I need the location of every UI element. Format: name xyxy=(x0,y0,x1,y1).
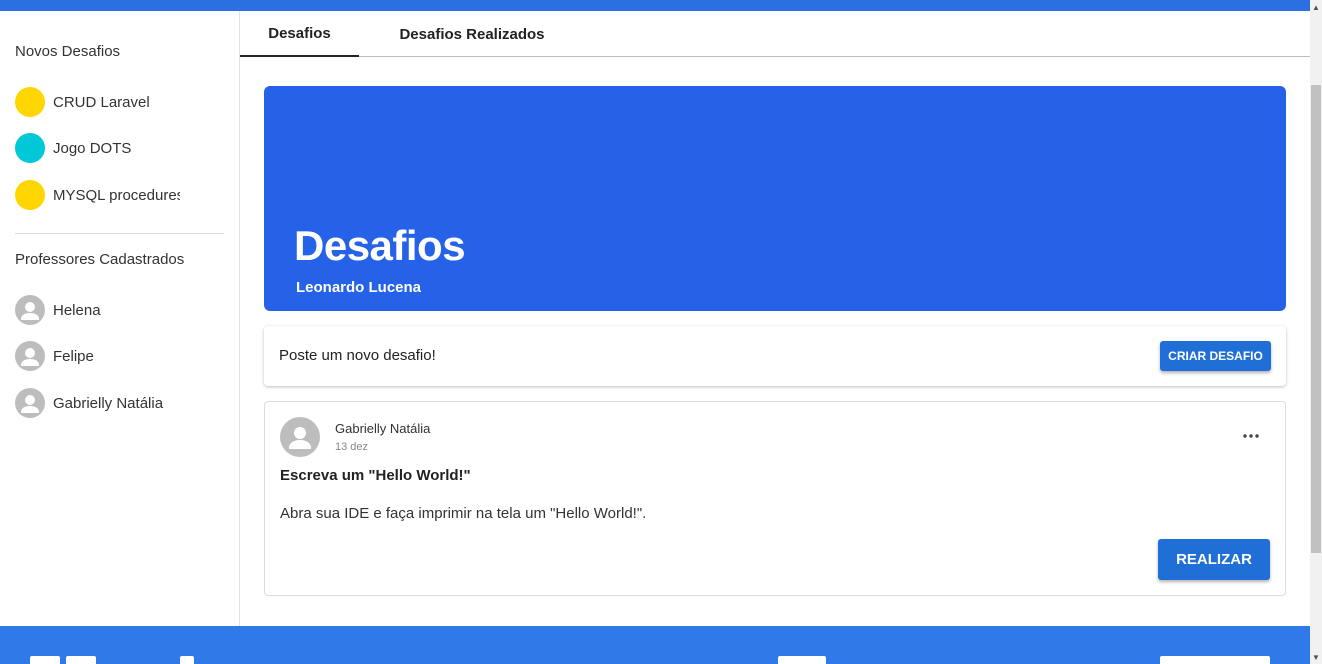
tab-bar: Desafios Desafios Realizados xyxy=(240,11,1310,57)
page-banner: Desafios Leonardo Lucena xyxy=(264,86,1286,311)
footer-text-fragment xyxy=(1160,656,1270,664)
sidebar-challenge-label: Jogo DOTS xyxy=(53,139,132,157)
sidebar-teacher-label: Gabrielly Natália xyxy=(53,394,164,412)
new-challenge-box: Poste um novo desafio! CRIAR DESAFIO xyxy=(264,326,1286,386)
footer-text-fragment xyxy=(30,656,60,664)
challenge-card: Gabrielly Natália 13 dez Escreva um "Hel… xyxy=(264,401,1286,596)
person-icon xyxy=(15,341,45,371)
card-title: Escreva um "Hello World!" xyxy=(280,467,471,484)
card-author: Gabrielly Natália xyxy=(335,421,431,436)
sidebar-challenge-mysql-procedures[interactable]: MYSQL procedures xyxy=(15,179,180,211)
sidebar-challenge-jogo-dots[interactable]: Jogo DOTS xyxy=(15,132,180,164)
realizar-button[interactable]: REALIZAR xyxy=(1158,539,1270,580)
challenge-color-dot xyxy=(15,87,45,117)
tab-desafios-realizados[interactable]: Desafios Realizados xyxy=(390,11,554,57)
footer-text-fragment xyxy=(66,656,96,664)
scrollbar-thumb[interactable] xyxy=(1311,85,1321,553)
more-horiz-icon[interactable] xyxy=(1241,426,1261,446)
tab-desafios[interactable]: Desafios xyxy=(240,11,359,57)
footer-text-fragment xyxy=(180,656,194,664)
scroll-down-arrow-icon[interactable]: ▼ xyxy=(1310,650,1322,664)
sidebar-teacher-felipe[interactable]: Felipe xyxy=(15,340,213,372)
new-challenges-heading: Novos Desafios xyxy=(15,43,121,60)
sidebar-teacher-label: Helena xyxy=(53,301,101,319)
sidebar-challenge-label: CRUD Laravel xyxy=(53,93,150,111)
person-icon xyxy=(15,295,45,325)
sidebar: Novos Desafios CRUD Laravel Jogo DOTS MY… xyxy=(0,11,240,626)
sidebar-challenge-crud-laravel[interactable]: CRUD Laravel xyxy=(15,86,180,118)
card-body: Abra sua IDE e faça imprimir na tela um … xyxy=(280,505,647,522)
scrollbar[interactable]: ▲ ▼ xyxy=(1310,0,1322,664)
page-subtitle: Leonardo Lucena xyxy=(296,279,422,296)
top-bar xyxy=(0,0,1310,11)
sidebar-challenge-label: MYSQL procedures xyxy=(53,186,180,204)
person-icon xyxy=(15,388,45,418)
page-title: Desafios xyxy=(294,222,466,269)
main-content: Desafios Desafios Realizados Desafios Le… xyxy=(240,11,1310,626)
sidebar-teacher-helena[interactable]: Helena xyxy=(15,294,213,326)
scroll-up-arrow-icon[interactable]: ▲ xyxy=(1310,0,1322,14)
footer-text-fragment xyxy=(778,656,826,664)
sidebar-teacher-gabrielly-natalia[interactable]: Gabrielly Natália xyxy=(15,387,213,419)
card-date: 13 dez xyxy=(335,441,369,453)
person-icon xyxy=(280,417,320,457)
create-challenge-button[interactable]: CRIAR DESAFIO xyxy=(1160,341,1271,371)
teachers-heading: Professores Cadastrados xyxy=(15,251,185,268)
footer xyxy=(0,626,1310,664)
sidebar-teacher-label: Felipe xyxy=(53,347,94,365)
challenge-color-dot xyxy=(15,180,45,210)
challenge-color-dot xyxy=(15,133,45,163)
sidebar-divider xyxy=(15,233,224,234)
new-challenge-prompt: Poste um novo desafio! xyxy=(279,347,436,364)
